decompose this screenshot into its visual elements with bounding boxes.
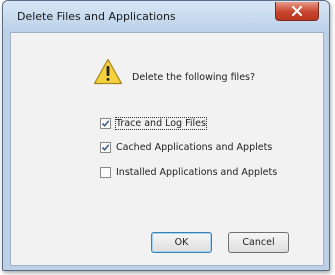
title-bar[interactable]: Delete Files and Applications [3, 1, 329, 32]
installed-applications-label: Installed Applications and Applets [116, 166, 278, 178]
delete-files-dialog: Delete Files and Applications Delete the… [2, 0, 330, 271]
dialog-title: Delete Files and Applications [17, 10, 176, 23]
option-cached-applications[interactable]: Cached Applications and Applets [100, 140, 272, 154]
ok-button[interactable]: OK [151, 232, 212, 253]
cached-applications-label: Cached Applications and Applets [116, 141, 273, 153]
installed-applications-checkbox[interactable] [100, 166, 111, 178]
option-installed-applications[interactable]: Installed Applications and Applets [100, 165, 277, 179]
close-button[interactable] [275, 2, 319, 21]
trace-log-label: Trace and Log Files [115, 116, 207, 130]
checkmark-icon [101, 143, 110, 151]
cancel-button[interactable]: Cancel [228, 232, 289, 253]
cached-applications-checkbox[interactable] [100, 141, 111, 153]
close-icon [292, 6, 302, 16]
option-trace-log-files[interactable]: Trace and Log Files [100, 116, 207, 130]
question-text: Delete the following files? [132, 72, 256, 83]
checkmark-icon [101, 119, 110, 127]
dialog-body: Delete the following files? Trace and Lo… [10, 32, 324, 266]
warning-icon [93, 58, 123, 85]
trace-log-checkbox[interactable] [100, 117, 111, 129]
